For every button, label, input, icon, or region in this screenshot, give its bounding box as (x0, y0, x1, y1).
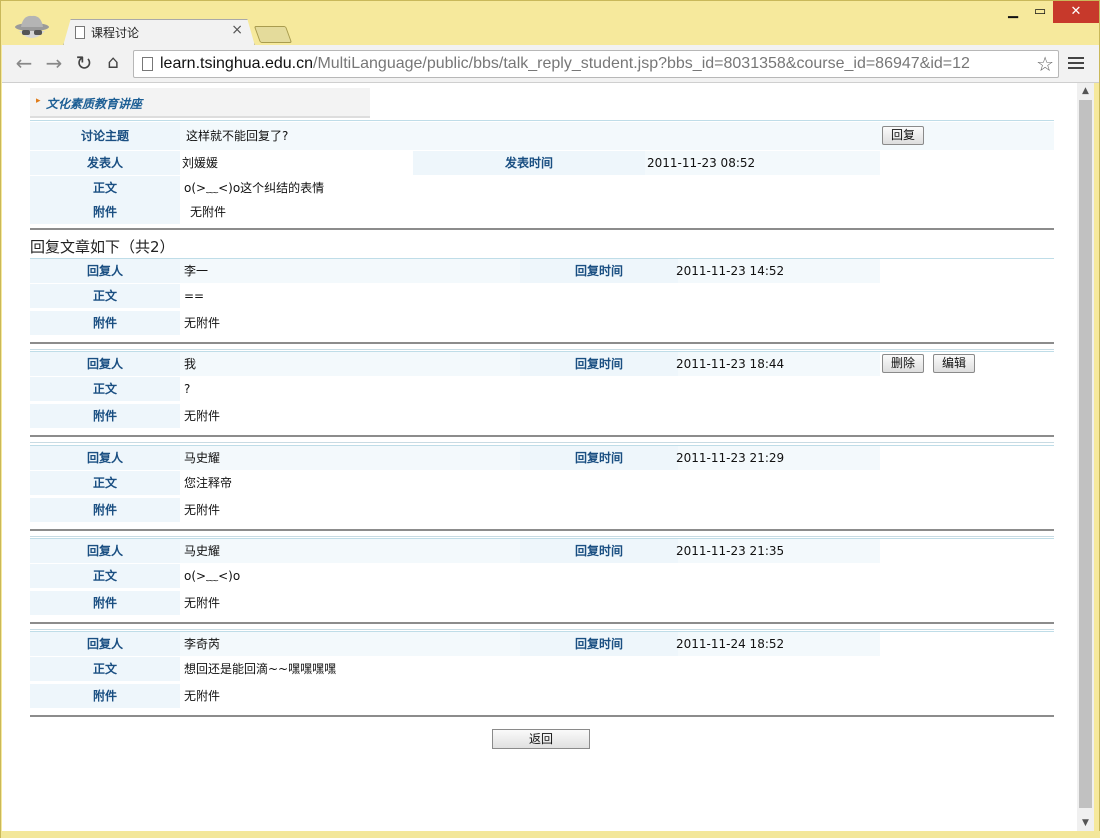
reply-item: 回复人 我 回复时间 2011-11-23 18:44 删除 编辑 正文 ? 附… (30, 351, 1054, 435)
reply-author-label: 回复人 (30, 632, 180, 656)
reply-body: ? (184, 382, 191, 396)
reply-attachment-label: 附件 (30, 498, 180, 522)
arrow-bullet-icon: ▸ (36, 96, 41, 106)
reply-time: 2011-11-23 14:52 (676, 264, 785, 278)
reply-attachment: 无附件 (184, 409, 221, 423)
topic-subject: 这样就不能回复了? (186, 129, 289, 143)
reply-author-label: 回复人 (30, 446, 180, 470)
reply-body-label: 正文 (30, 564, 180, 588)
post-time-label: 发表时间 (413, 151, 645, 175)
reply-author-label: 回复人 (30, 352, 180, 376)
author-label: 发表人 (30, 151, 180, 175)
close-window-button[interactable]: ✕ (1053, 1, 1099, 23)
attachment-label: 附件 (30, 200, 180, 224)
page-viewport: ▸ 文化素质教育讲座 讨论主题 这样就不能回复了? 回复 发表人 刘媛媛 发表时… (2, 83, 1077, 831)
reply-time-label: 回复时间 (520, 259, 678, 283)
url-text: learn.tsinghua.edu.cn/MultiLanguage/publ… (160, 55, 970, 73)
page-icon (75, 26, 85, 39)
reload-icon[interactable]: ↻ (72, 52, 96, 76)
reply-item: 回复人 李一 回复时间 2011-11-23 14:52 正文 == 附件 无附… (30, 258, 1054, 342)
address-bar[interactable]: learn.tsinghua.edu.cn/MultiLanguage/publ… (133, 50, 1059, 78)
reply-author: 李奇芮 (184, 637, 221, 651)
reply-time: 2011-11-24 18:52 (676, 637, 785, 651)
reply-time: 2011-11-23 21:29 (676, 451, 785, 465)
topic-body: o(>﹏<)o这个纠结的表情 (184, 181, 325, 195)
return-button[interactable]: 返回 (492, 729, 590, 749)
forward-arrow-icon[interactable]: → (42, 52, 66, 76)
reply-author-label: 回复人 (30, 539, 180, 563)
bookmark-star-icon[interactable]: ☆ (1034, 52, 1054, 76)
incognito-icon (15, 15, 49, 38)
reply-button[interactable]: 回复 (882, 126, 925, 145)
tab-title: 课程讨论 (91, 26, 140, 40)
course-name: 文化素质教育讲座 (46, 97, 143, 111)
reply-time-label: 回复时间 (520, 539, 678, 563)
reply-author-label: 回复人 (30, 259, 180, 283)
delete-button[interactable]: 删除 (882, 354, 925, 373)
reply-attachment: 无附件 (184, 316, 221, 330)
course-header: ▸ 文化素质教育讲座 (30, 88, 370, 118)
reply-attachment-label: 附件 (30, 311, 180, 335)
browser-window: 课程讨论 × ▁ ▭ ✕ ← → ↻ ⌂ learn.tsinghua.edu.… (0, 0, 1100, 838)
url-path: /MultiLanguage/public/bbs/talk_reply_stu… (313, 55, 970, 72)
body-label: 正文 (30, 176, 180, 200)
reply-body-label: 正文 (30, 657, 180, 681)
reply-author: 马史耀 (184, 544, 221, 558)
reply-time-label: 回复时间 (520, 446, 678, 470)
reply-time-label: 回复时间 (520, 352, 678, 376)
reply-item: 回复人 马史耀 回复时间 2011-11-23 21:35 正文 o(>﹏<)o… (30, 538, 1054, 622)
scroll-down-arrow-icon[interactable]: ▼ (1077, 815, 1094, 831)
reply-body-label: 正文 (30, 284, 180, 308)
scroll-up-arrow-icon[interactable]: ▲ (1077, 83, 1094, 99)
reply-item: 回复人 李奇芮 回复时间 2011-11-24 18:52 正文 想回还是能回滴… (30, 631, 1054, 715)
topic-block: 讨论主题 这样就不能回复了? 回复 发表人 刘媛媛 发表时间 2011-11-2… (30, 120, 1054, 228)
maximize-button[interactable]: ▭ (1024, 1, 1056, 23)
reply-attachment: 无附件 (184, 503, 221, 517)
subject-label: 讨论主题 (30, 122, 180, 150)
back-arrow-icon[interactable]: ← (12, 52, 36, 76)
page-icon (142, 57, 153, 71)
reply-author: 李一 (184, 264, 209, 278)
new-tab-button[interactable] (253, 26, 293, 43)
tab-close-icon[interactable]: × (231, 22, 243, 38)
scroll-thumb[interactable] (1079, 100, 1092, 808)
reply-attachment-label: 附件 (30, 591, 180, 615)
reply-attachment-label: 附件 (30, 404, 180, 428)
reply-attachment-label: 附件 (30, 684, 180, 708)
reply-author: 我 (184, 357, 197, 371)
tab-strip: 课程讨论 × ▁ ▭ ✕ (1, 1, 1100, 46)
reply-attachment: 无附件 (184, 689, 221, 703)
topic-time: 2011-11-23 08:52 (647, 156, 756, 170)
home-icon[interactable]: ⌂ (101, 52, 125, 76)
url-host: learn.tsinghua.edu.cn (160, 55, 313, 72)
topic-attachment: 无附件 (190, 205, 227, 219)
reply-body: o(>﹏<)o (184, 569, 241, 583)
vertical-scrollbar[interactable]: ▲ ▼ (1077, 83, 1094, 831)
topic-author: 刘媛媛 (182, 156, 219, 170)
reply-time: 2011-11-23 18:44 (676, 357, 785, 371)
replies-heading: 回复文章如下（共2） (30, 238, 175, 256)
reply-body: == (184, 289, 205, 303)
reply-time: 2011-11-23 21:35 (676, 544, 785, 558)
reply-time-label: 回复时间 (520, 632, 678, 656)
browser-toolbar: ← → ↻ ⌂ learn.tsinghua.edu.cn/MultiLangu… (2, 45, 1099, 83)
reply-body: 想回还是能回滴~~嘿嘿嘿嘿 (184, 662, 337, 676)
reply-attachment: 无附件 (184, 596, 221, 610)
reply-body-label: 正文 (30, 377, 180, 401)
reply-author: 马史耀 (184, 451, 221, 465)
reply-body: 您注释帝 (184, 476, 233, 490)
edit-button[interactable]: 编辑 (933, 354, 976, 373)
reply-item: 回复人 马史耀 回复时间 2011-11-23 21:29 正文 您注释帝 附件… (30, 445, 1054, 529)
menu-icon[interactable] (1068, 54, 1084, 72)
reply-body-label: 正文 (30, 471, 180, 495)
